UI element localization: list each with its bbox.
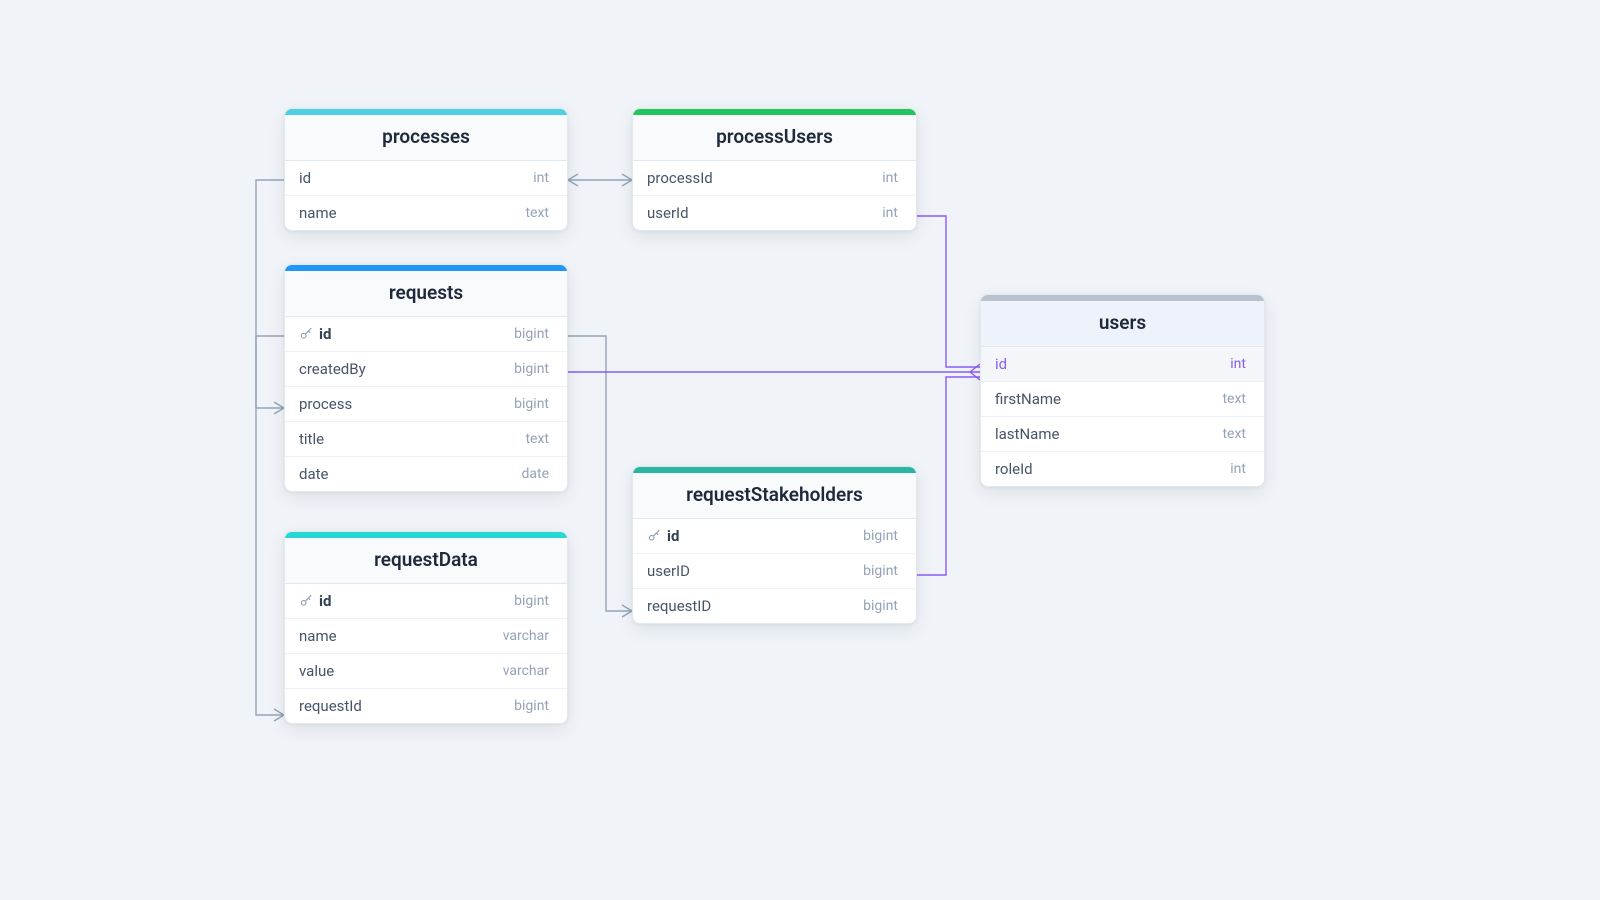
column-row[interactable]: id int <box>285 161 567 196</box>
column-name: roleId <box>995 460 1033 478</box>
column-row[interactable]: roleId int <box>981 452 1264 486</box>
column-name: id <box>667 527 679 545</box>
column-name: processId <box>647 169 713 187</box>
column-row[interactable]: title text <box>285 422 567 457</box>
column-type: int <box>533 170 549 186</box>
column-row[interactable]: value varchar <box>285 654 567 689</box>
column-type: text <box>1222 391 1246 407</box>
column-name: requestID <box>647 597 711 615</box>
erd-canvas[interactable]: processes id int name text processUsers … <box>0 0 1600 900</box>
column-type: text <box>525 205 549 221</box>
table-title: requestStakeholders <box>633 473 916 519</box>
column-name: firstName <box>995 390 1061 408</box>
table-users[interactable]: users id int firstName text lastName tex… <box>980 294 1265 487</box>
column-name: id <box>319 592 331 610</box>
column-name: title <box>299 430 324 448</box>
table-requests[interactable]: requests id bigint createdBy bigint proc… <box>284 264 568 492</box>
column-type: bigint <box>514 698 549 714</box>
column-row[interactable]: firstName text <box>981 382 1264 417</box>
key-icon <box>299 594 313 608</box>
table-processUsers[interactable]: processUsers processId int userId int <box>632 108 917 231</box>
column-type: text <box>525 431 549 447</box>
column-type: bigint <box>863 598 898 614</box>
column-type: bigint <box>514 396 549 412</box>
column-name: requestId <box>299 697 362 715</box>
column-type: bigint <box>863 563 898 579</box>
column-row[interactable]: process bigint <box>285 387 567 422</box>
column-name: name <box>299 204 337 222</box>
column-row[interactable]: id bigint <box>285 584 567 619</box>
table-processes[interactable]: processes id int name text <box>284 108 568 231</box>
column-type: date <box>521 466 549 482</box>
column-row[interactable]: userID bigint <box>633 554 916 589</box>
column-name: createdBy <box>299 360 366 378</box>
key-icon <box>299 327 313 341</box>
column-type: varchar <box>503 663 549 679</box>
column-name: userID <box>647 562 690 580</box>
column-row[interactable]: name text <box>285 196 567 230</box>
column-row[interactable]: name varchar <box>285 619 567 654</box>
column-row[interactable]: id bigint <box>633 519 916 554</box>
column-type: text <box>1222 426 1246 442</box>
column-name: value <box>299 662 334 680</box>
column-row[interactable]: date date <box>285 457 567 491</box>
column-name: name <box>299 627 337 645</box>
column-type: bigint <box>514 361 549 377</box>
column-type: bigint <box>863 528 898 544</box>
column-type: int <box>882 205 898 221</box>
column-name: id <box>319 325 331 343</box>
table-requestData[interactable]: requestData id bigint name varchar value… <box>284 531 568 724</box>
column-row[interactable]: userId int <box>633 196 916 230</box>
column-type: int <box>1230 461 1246 477</box>
column-row[interactable]: requestID bigint <box>633 589 916 623</box>
table-title: requests <box>285 271 567 317</box>
column-name: id <box>995 355 1007 373</box>
column-type: bigint <box>514 593 549 609</box>
column-row[interactable]: processId int <box>633 161 916 196</box>
table-requestStakeholders[interactable]: requestStakeholders id bigint userID big… <box>632 466 917 624</box>
column-row[interactable]: createdBy bigint <box>285 352 567 387</box>
column-type: varchar <box>503 628 549 644</box>
column-row[interactable]: lastName text <box>981 417 1264 452</box>
column-type: int <box>882 170 898 186</box>
column-name: userId <box>647 204 689 222</box>
column-row[interactable]: id int <box>981 347 1264 382</box>
table-title: processUsers <box>633 115 916 161</box>
table-title: users <box>981 301 1264 347</box>
column-name: process <box>299 395 352 413</box>
column-type: int <box>1230 356 1246 372</box>
column-row[interactable]: id bigint <box>285 317 567 352</box>
column-name: id <box>299 169 311 187</box>
table-title: requestData <box>285 538 567 584</box>
column-row[interactable]: requestId bigint <box>285 689 567 723</box>
column-name: lastName <box>995 425 1059 443</box>
column-name: date <box>299 465 328 483</box>
key-icon <box>647 529 661 543</box>
column-type: bigint <box>514 326 549 342</box>
table-title: processes <box>285 115 567 161</box>
